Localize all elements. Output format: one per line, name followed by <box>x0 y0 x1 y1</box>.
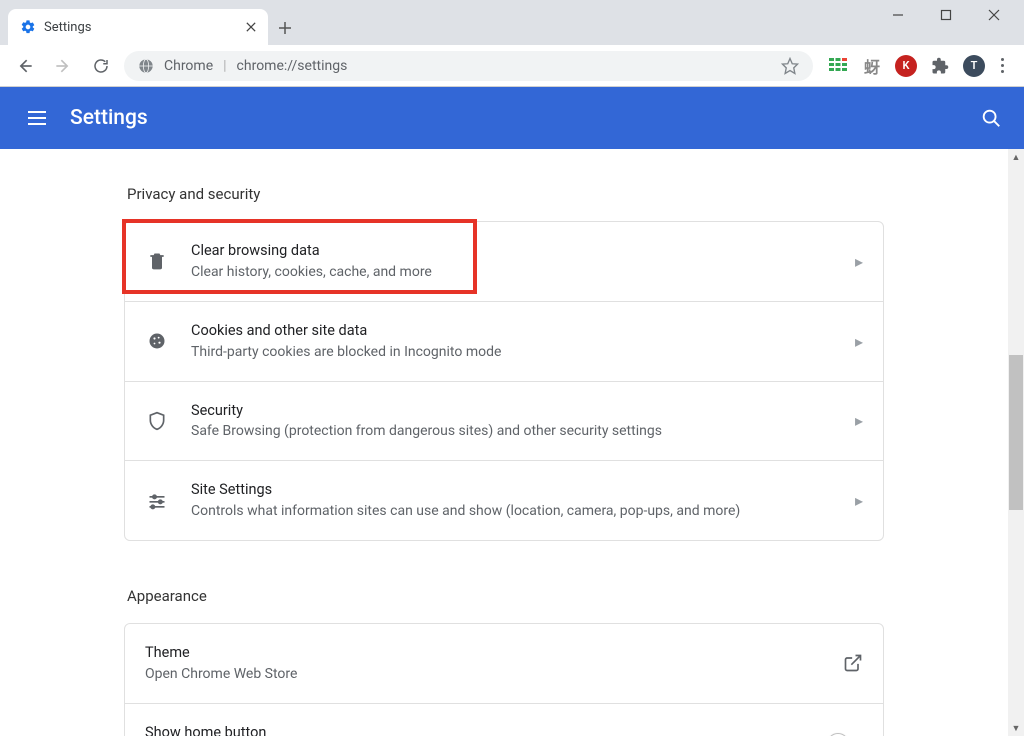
reload-button[interactable] <box>86 51 116 81</box>
row-subtitle: Clear history, cookies, cache, and more <box>191 262 833 283</box>
cookie-icon <box>145 331 169 351</box>
section-title-privacy: Privacy and security <box>124 185 884 221</box>
row-clear-browsing-data[interactable]: Clear browsing data Clear history, cooki… <box>125 222 883 301</box>
row-subtitle: Open Chrome Web Store <box>145 664 821 685</box>
scroll-down-icon[interactable]: ▼ <box>1008 720 1024 736</box>
bookmark-star-icon[interactable] <box>781 57 799 75</box>
scroll-track[interactable] <box>1008 165 1024 720</box>
row-home-button[interactable]: Show home button Disabled <box>125 703 883 736</box>
back-button[interactable] <box>10 51 40 81</box>
shield-icon <box>145 411 169 431</box>
open-external-icon <box>843 653 863 673</box>
row-cookies[interactable]: Cookies and other site data Third-party … <box>125 301 883 381</box>
row-subtitle: Controls what information sites can use … <box>191 501 833 522</box>
window-maximize-button[interactable] <box>932 1 960 29</box>
omnibox-url: chrome://settings <box>237 58 348 74</box>
active-tab[interactable]: Settings <box>8 9 268 45</box>
appearance-card: Theme Open Chrome Web Store Show home bu… <box>124 623 884 736</box>
vertical-scrollbar[interactable]: ▲ ▼ <box>1008 149 1024 736</box>
extensions-puzzle-icon[interactable] <box>929 55 951 77</box>
row-title: Cookies and other site data <box>191 320 833 342</box>
settings-header: Settings <box>0 87 1024 149</box>
window-close-button[interactable] <box>980 1 1008 29</box>
chevron-right-icon: ▸ <box>855 252 863 271</box>
tab-close-button[interactable] <box>246 22 256 32</box>
row-title: Site Settings <box>191 479 833 501</box>
new-tab-button[interactable] <box>268 11 302 45</box>
window-controls <box>872 0 1020 30</box>
omnibox-separator: | <box>223 58 226 74</box>
page-title: Settings <box>70 106 148 130</box>
omnibox-scheme: Chrome <box>164 58 213 74</box>
extension-k-icon[interactable]: K <box>895 55 917 77</box>
row-theme[interactable]: Theme Open Chrome Web Store <box>125 624 883 703</box>
tab-title: Settings <box>44 20 238 35</box>
chrome-menu-button[interactable] <box>997 54 1008 77</box>
tab-strip: Settings <box>0 0 1024 45</box>
gear-icon <box>20 19 36 35</box>
row-title: Clear browsing data <box>191 240 833 262</box>
scroll-up-icon[interactable]: ▲ <box>1008 149 1024 165</box>
settings-content: Privacy and security Clear browsing data… <box>0 149 1008 736</box>
profile-avatar[interactable]: T <box>963 55 985 77</box>
address-bar[interactable]: Chrome | chrome://settings <box>124 51 813 81</box>
row-site-settings[interactable]: Site Settings Controls what information … <box>125 460 883 540</box>
extension-bug-icon[interactable]: 蚜 <box>861 55 883 77</box>
search-icon[interactable] <box>980 107 1002 129</box>
chevron-right-icon: ▸ <box>855 491 863 510</box>
menu-button[interactable] <box>22 105 52 131</box>
extension-icons: 蚜 K T <box>821 54 1014 77</box>
row-title: Show home button <box>145 722 807 736</box>
row-subtitle: Third-party cookies are blocked in Incog… <box>191 342 833 363</box>
chevron-right-icon: ▸ <box>855 332 863 351</box>
forward-button[interactable] <box>48 51 78 81</box>
trash-icon <box>145 251 169 271</box>
section-title-appearance: Appearance <box>124 587 884 623</box>
scroll-thumb[interactable] <box>1009 355 1023 510</box>
row-title: Theme <box>145 642 821 664</box>
row-subtitle: Safe Browsing (protection from dangerous… <box>191 421 833 442</box>
privacy-card: Clear browsing data Clear history, cooki… <box>124 221 884 541</box>
chevron-right-icon: ▸ <box>855 411 863 430</box>
extension-dashboard-icon[interactable] <box>827 55 849 77</box>
row-title: Security <box>191 400 833 422</box>
toolbar: Chrome | chrome://settings 蚜 K T <box>0 45 1024 87</box>
site-info-icon[interactable] <box>138 58 154 74</box>
sliders-icon <box>145 491 169 511</box>
row-security[interactable]: Security Safe Browsing (protection from … <box>125 381 883 461</box>
window-minimize-button[interactable] <box>884 1 912 29</box>
